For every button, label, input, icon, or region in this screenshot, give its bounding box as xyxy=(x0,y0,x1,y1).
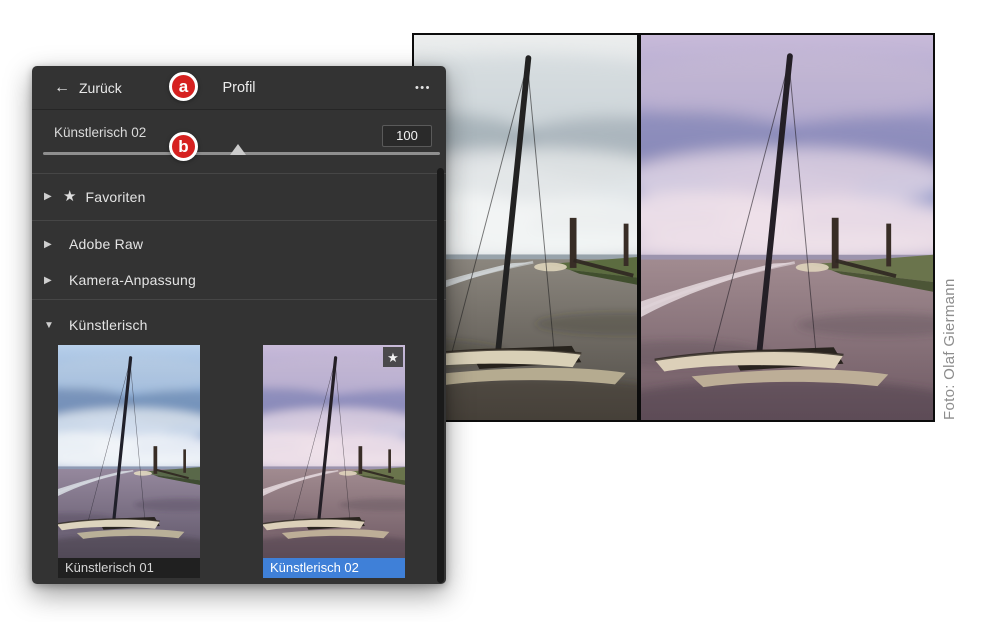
annotation-b: b xyxy=(169,132,198,161)
annotation-letter: b xyxy=(178,137,189,156)
profile-label-selected: Künstlerisch 02 xyxy=(263,558,405,578)
section-adobe-raw[interactable]: ▶ Adobe Raw xyxy=(32,226,446,262)
profile-thumbnail-image xyxy=(263,345,405,558)
photo-before xyxy=(414,35,637,420)
page: Foto: Olaf Giermann ← Zurück Profil ••• … xyxy=(0,0,1000,622)
star-icon: ★ xyxy=(63,188,77,205)
amount-slider-thumb[interactable] xyxy=(230,144,246,155)
photo-comparison xyxy=(412,33,935,422)
annotation-letter: a xyxy=(178,77,189,96)
photo-after xyxy=(641,35,933,420)
more-options-button[interactable]: ••• xyxy=(415,78,431,98)
disclosure-triangle-icon: ▶ xyxy=(44,274,52,286)
disclosure-triangle-icon: ▼ xyxy=(44,319,54,331)
divider xyxy=(32,220,446,221)
section-label: Kamera-Anpassung xyxy=(69,272,196,288)
profile-kuenstlerisch-02[interactable]: ★ Künstlerisch 02 xyxy=(263,345,405,578)
profile-thumbnail xyxy=(58,345,200,558)
profile-label: Künstlerisch 01 xyxy=(58,558,200,578)
disclosure-triangle-icon: ▶ xyxy=(44,238,52,250)
divider xyxy=(32,299,446,300)
section-label: Künstlerisch xyxy=(69,317,148,333)
back-label: Zurück xyxy=(79,79,122,96)
ellipsis-icon: ••• xyxy=(414,81,431,94)
back-button[interactable]: ← Zurück xyxy=(54,78,122,96)
section-kuenstlerisch[interactable]: ▼ Künstlerisch xyxy=(32,303,446,347)
disclosure-triangle-icon: ▶ xyxy=(44,191,52,202)
favorite-badge[interactable]: ★ xyxy=(383,347,403,367)
profile-thumbnail: ★ xyxy=(263,345,405,558)
photo-before-image xyxy=(414,35,637,420)
star-icon: ★ xyxy=(387,349,399,365)
profile-panel: ← Zurück Profil ••• Künstlerisch 02 100 … xyxy=(32,66,446,584)
section-label: Adobe Raw xyxy=(69,236,144,252)
scrollbar-thumb[interactable] xyxy=(437,168,444,583)
amount-value-input[interactable]: 100 xyxy=(382,125,432,147)
profile-kuenstlerisch-01[interactable]: Künstlerisch 01 xyxy=(58,345,200,578)
photo-after-image xyxy=(641,35,933,420)
amount-slider-label: Künstlerisch 02 xyxy=(54,125,147,140)
annotation-a: a xyxy=(169,72,198,101)
section-favoriten[interactable]: ▶ ★ Favoriten xyxy=(32,173,446,220)
amount-slider-block: Künstlerisch 02 100 xyxy=(32,110,446,173)
profile-thumbnail-image xyxy=(58,345,200,558)
section-label: Favoriten xyxy=(85,188,146,205)
photo-credit: Foto: Olaf Giermann xyxy=(941,278,958,420)
panel-header: ← Zurück Profil ••• xyxy=(32,66,446,110)
section-kamera-anpassung[interactable]: ▶ Kamera-Anpassung xyxy=(32,262,446,298)
back-arrow-icon: ← xyxy=(54,78,70,96)
panel-title: Profil xyxy=(222,79,256,96)
